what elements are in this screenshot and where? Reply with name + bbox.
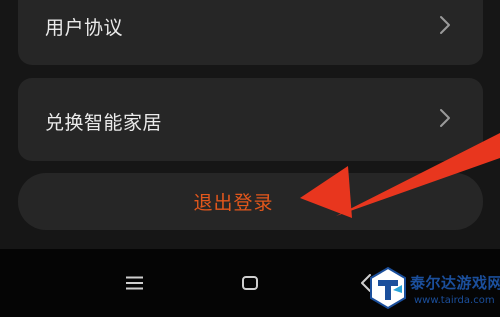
user-agreement-label: 用户协议 [45,17,124,39]
menu-icon[interactable] [126,276,143,290]
home-icon[interactable] [242,276,258,290]
logout-label: 退出登录 [193,192,274,214]
settings-screen: 用户协议 兑换智能家居 退出登录 泰尔达游戏网 www.tairda.com [0,0,500,317]
redeem-smart-home-label: 兑换智能家居 [45,112,163,134]
watermark-url: www.tairda.com [414,295,495,306]
user-agreement-row[interactable]: 用户协议 [18,0,483,65]
watermark-logo-icon [370,266,406,310]
watermark-title: 泰尔达游戏网 [410,274,500,292]
site-watermark: 泰尔达游戏网 www.tairda.com [362,262,500,317]
redeem-smart-home-row[interactable]: 兑换智能家居 [18,78,483,161]
chevron-right-icon [440,109,450,127]
logout-button[interactable]: 退出登录 [18,173,483,230]
chevron-right-icon [440,16,450,34]
